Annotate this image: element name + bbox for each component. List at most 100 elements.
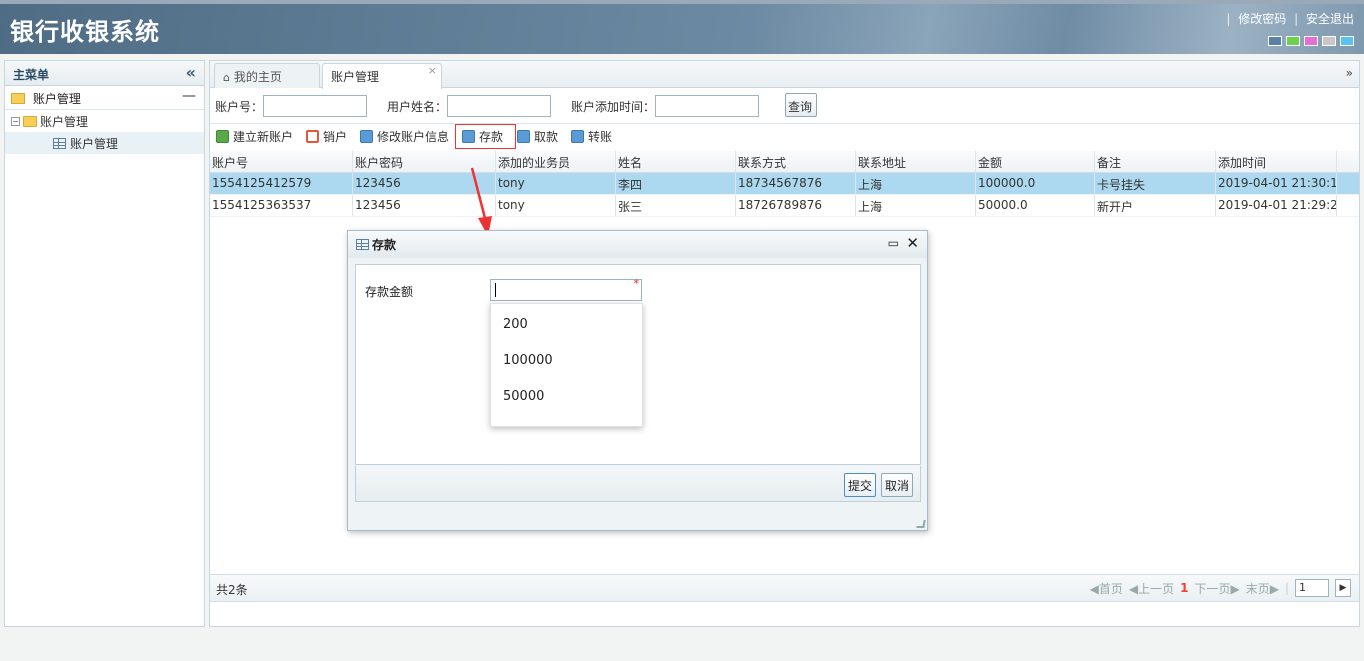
table-cell: 1554125412579 — [210, 173, 353, 194]
tab-menu-icon[interactable]: » — [1346, 66, 1353, 80]
column-header[interactable]: 联系方式 — [736, 151, 856, 172]
cancel-button[interactable]: 取消 — [881, 473, 914, 497]
close-account-button[interactable]: 销户 — [306, 128, 347, 145]
transfer-button[interactable]: 转账 — [571, 128, 612, 145]
folder-arrow-icon — [11, 93, 25, 104]
resize-handle[interactable] — [916, 520, 926, 528]
pager-label: 上一页 — [1138, 581, 1175, 596]
account-number-input[interactable] — [263, 95, 367, 117]
autocomplete-option[interactable]: 100000 — [491, 352, 642, 388]
withdraw-button[interactable]: 取款 — [517, 128, 558, 145]
pager-label: 末页 — [1245, 581, 1270, 596]
app-header: 银行收银系统 | 修改密码 | 安全退出 — [0, 0, 1364, 54]
deposit-amount-input[interactable]: * — [490, 277, 642, 301]
column-header[interactable]: 添加时间 — [1216, 151, 1337, 172]
header-links: | 修改密码 | 安全退出 — [1222, 10, 1354, 27]
tree-node-label: 账户管理 — [40, 114, 89, 129]
account-number-label: 账户号： — [215, 100, 264, 114]
autocomplete-option[interactable]: 50000 — [491, 388, 642, 424]
autocomplete-option[interactable]: 200 — [491, 316, 642, 352]
page-bottom — [0, 628, 1364, 661]
tree-node-label: 账户管理 — [70, 136, 119, 151]
theme-swatch-green[interactable] — [1286, 36, 1300, 46]
table-cell: 卡号挂失 — [1095, 173, 1216, 194]
table-cell: 50000.0 — [976, 195, 1095, 216]
annotation-arrow-icon — [470, 167, 492, 236]
next-page-button[interactable]: 下一页▶ — [1194, 580, 1239, 597]
submit-button[interactable]: 提交 — [844, 473, 877, 497]
accordion-collapse-icon[interactable]: — — [182, 88, 196, 104]
autocomplete-dropdown: 200 100000 50000 — [490, 303, 643, 427]
current-page: 1 — [1180, 581, 1189, 595]
dialog-title: 存款 — [372, 238, 397, 252]
page-number-input[interactable]: 1 — [1295, 579, 1329, 597]
table-cell: 李四 — [616, 173, 736, 194]
edit-icon — [462, 130, 475, 143]
text-caret — [495, 283, 496, 297]
tab-account-management[interactable]: 账户管理 × — [322, 63, 442, 89]
logout-link[interactable]: 安全退出 — [1306, 12, 1354, 26]
toolbar-label: 存款 — [479, 130, 504, 144]
query-button[interactable]: 查询 — [785, 93, 817, 117]
pager: ◀首页 ◀上一页 1 下一页▶ 末页▶ | 1 ▶ — [1090, 579, 1351, 597]
theme-swatch-pink[interactable] — [1304, 36, 1318, 46]
last-page-button[interactable]: 末页▶ — [1246, 580, 1279, 597]
pagination-bar: 共2条 ◀首页 ◀上一页 1 下一页▶ 末页▶ | 1 ▶ — [210, 574, 1359, 602]
header-separator: | — [1226, 12, 1231, 26]
first-page-button[interactable]: ◀首页 — [1090, 580, 1123, 597]
tab-label: 我的主页 — [233, 70, 282, 84]
column-header[interactable]: 金额 — [976, 151, 1095, 172]
table-row[interactable]: 1554125412579 123456 tony 李四 18734567876… — [210, 173, 1359, 195]
column-header[interactable]: 账户号 — [210, 151, 353, 172]
column-header[interactable]: 添加的业务员 — [496, 151, 616, 172]
tab-bar: ⌂ 我的主页 账户管理 × » — [210, 61, 1359, 89]
deposit-button[interactable]: 存款 — [462, 128, 503, 145]
page-go-icon[interactable]: ▶ — [1335, 579, 1351, 597]
table-cell: 1554125363537 — [210, 195, 353, 216]
dialog-footer: 提交 取消 — [355, 466, 921, 502]
edit-icon — [571, 130, 584, 143]
toolbar-label: 销户 — [323, 130, 348, 144]
collapse-icon[interactable]: « — [186, 63, 196, 82]
table-cell: 张三 — [616, 195, 736, 216]
left-menu-title: 主菜单 — [13, 68, 50, 82]
edit-account-button[interactable]: 修改账户信息 — [360, 128, 449, 145]
tree-node-account-parent[interactable]: − 账户管理 — [5, 110, 204, 132]
table-cell: 100000.0 — [976, 173, 1095, 194]
table-header: 账户号 账户密码 添加的业务员 姓名 联系方式 联系地址 金额 备注 添加时间 — [210, 151, 1359, 173]
user-name-input[interactable] — [447, 95, 551, 117]
tree-toggle-icon[interactable]: − — [11, 116, 20, 126]
toolbar-label: 取款 — [534, 130, 559, 144]
table-cell: 上海 — [856, 195, 976, 216]
table-cell: tony — [496, 173, 616, 194]
dialog-header[interactable]: 存款 ▭ ✕ — [348, 231, 927, 258]
add-time-label: 账户添加时间： — [571, 100, 656, 114]
column-header[interactable]: 联系地址 — [856, 151, 976, 172]
table-cell: tony — [496, 195, 616, 216]
add-time-input[interactable] — [655, 95, 759, 117]
column-header[interactable]: 姓名 — [616, 151, 736, 172]
prev-page-button[interactable]: ◀上一页 — [1129, 580, 1174, 597]
toolbar: 建立新账户 销户 修改账户信息 存款 取款 转账 — [210, 124, 1359, 150]
table-row[interactable]: 1554125363537 123456 tony 张三 18726789876… — [210, 195, 1359, 217]
home-icon: ⌂ — [223, 71, 230, 84]
tree-node-account-child[interactable]: 账户管理 — [5, 132, 204, 154]
tab-close-icon[interactable]: × — [428, 64, 437, 77]
close-icon[interactable]: ✕ — [906, 234, 919, 252]
deposit-dialog: 存款 ▭ ✕ 存款金额 * 200 100000 50000 提交 取消 — [347, 230, 928, 531]
theme-swatch-cyan[interactable] — [1340, 36, 1354, 46]
table-cell: 新开户 — [1095, 195, 1216, 216]
theme-swatch-blue[interactable] — [1268, 36, 1282, 46]
column-header[interactable]: 备注 — [1095, 151, 1216, 172]
create-account-button[interactable]: 建立新账户 — [216, 128, 293, 145]
pager-label: 下一页 — [1194, 581, 1231, 596]
tab-label: 账户管理 — [331, 70, 380, 84]
theme-swatch-gray[interactable] — [1322, 36, 1336, 46]
maximize-icon[interactable]: ▭ — [888, 236, 899, 250]
pager-label: 首页 — [1098, 581, 1123, 596]
account-table: 账户号 账户密码 添加的业务员 姓名 联系方式 联系地址 金额 备注 添加时间 … — [210, 151, 1359, 217]
user-name-label: 用户姓名： — [387, 100, 448, 114]
tab-home[interactable]: ⌂ 我的主页 — [214, 63, 320, 88]
accordion-header-account[interactable]: 账户管理 — — [5, 86, 204, 110]
change-password-link[interactable]: 修改密码 — [1238, 12, 1286, 26]
